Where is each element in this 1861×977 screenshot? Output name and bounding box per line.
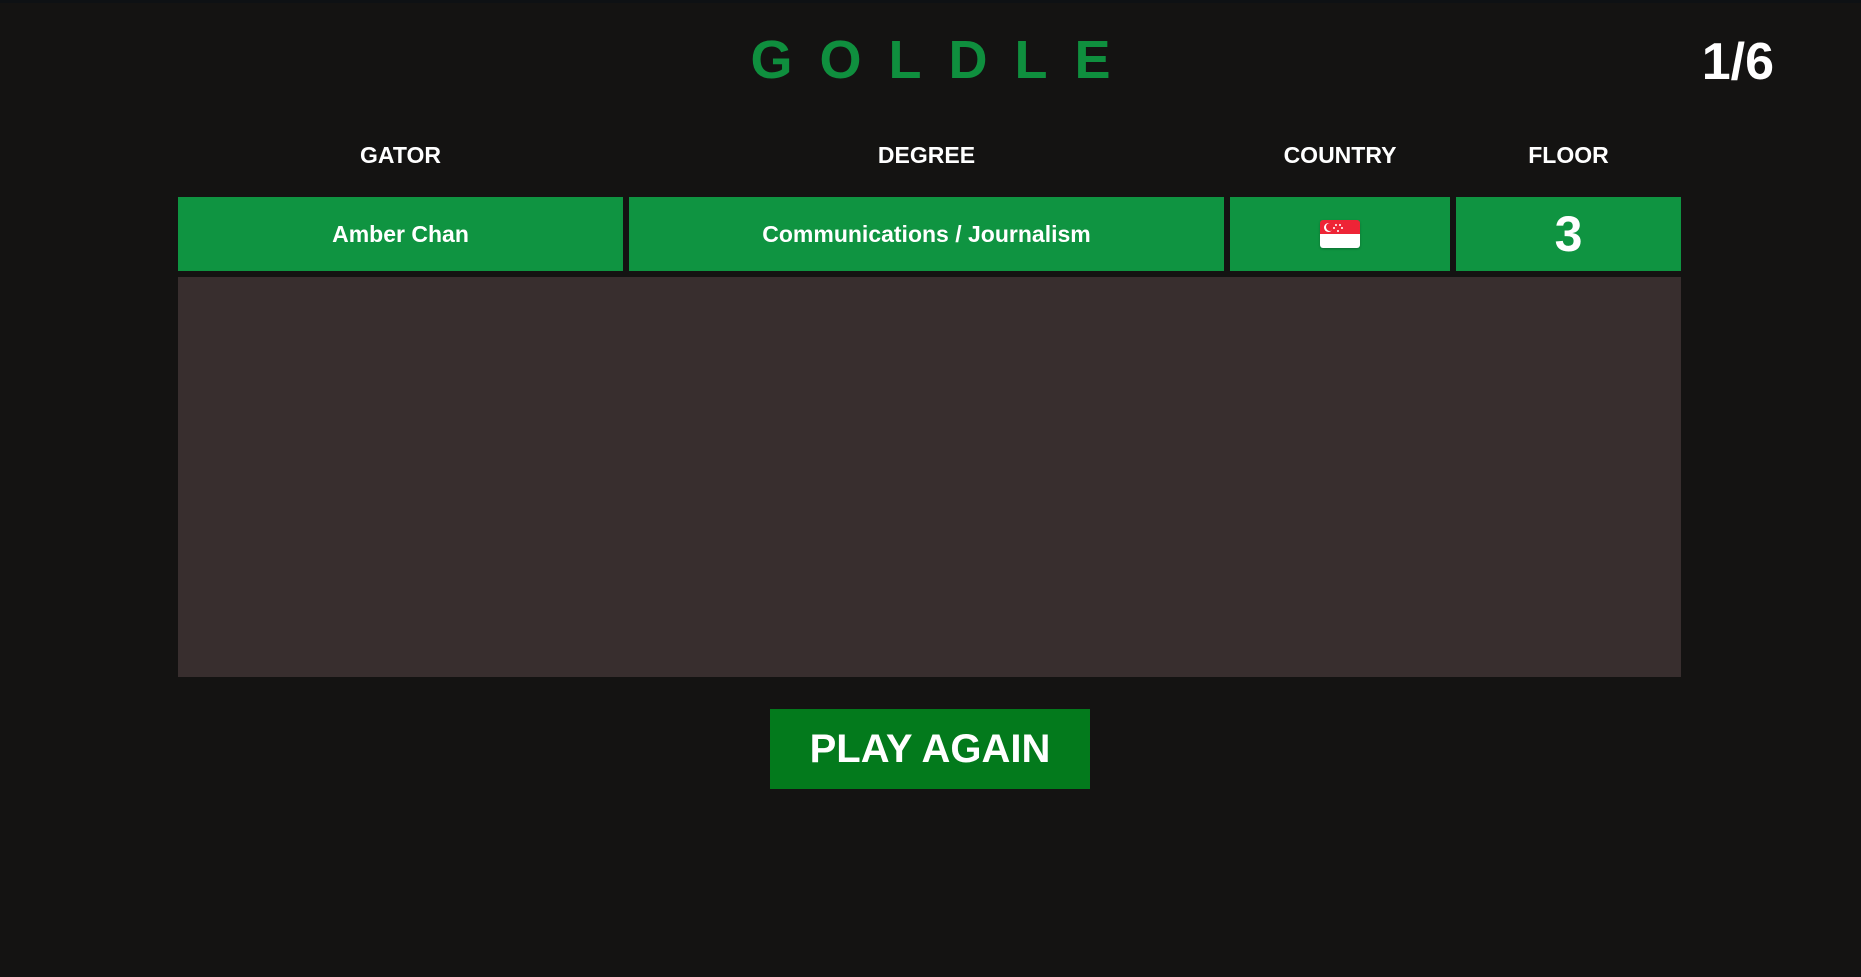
play-again-button[interactable]: PLAY AGAIN (770, 709, 1090, 789)
guess-cell-floor: 3 (1456, 197, 1681, 271)
top-strip (0, 0, 1861, 3)
game-title: GOLDLE (750, 30, 1138, 90)
column-header-gator: GATOR (360, 142, 441, 168)
column-header-country: COUNTRY (1283, 142, 1397, 168)
column-header-degree: DEGREE (877, 142, 976, 168)
guess-board (178, 277, 1681, 677)
guess-counter: 1/6 (1701, 33, 1774, 91)
guess-cell-country (1230, 197, 1450, 271)
guess-cell-gator: Amber Chan (178, 197, 623, 271)
guess-cell-degree: Communications / Journalism (629, 197, 1224, 271)
column-header-floor: FLOOR (1528, 142, 1609, 168)
singapore-flag-icon (1320, 220, 1360, 248)
